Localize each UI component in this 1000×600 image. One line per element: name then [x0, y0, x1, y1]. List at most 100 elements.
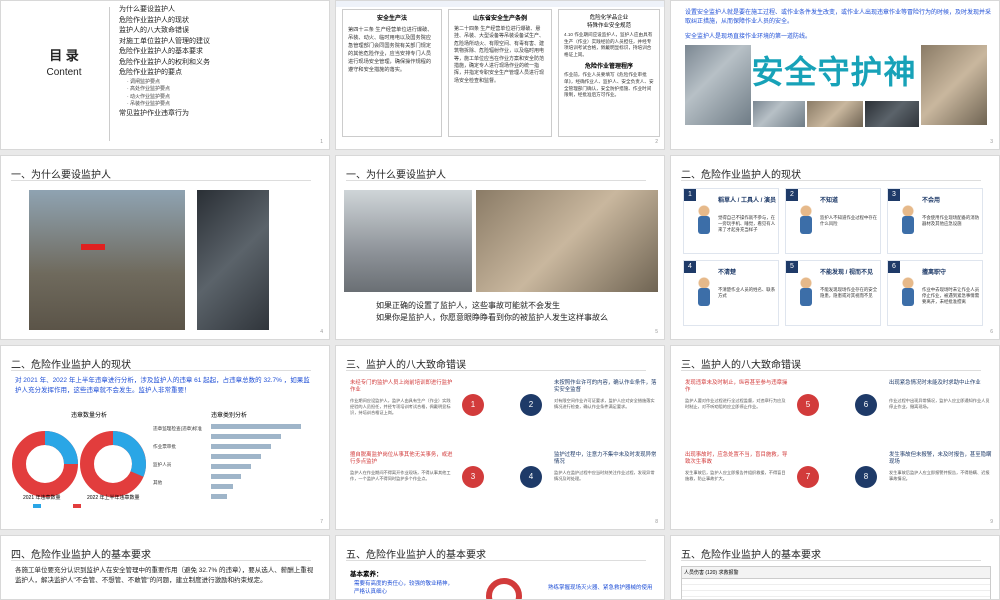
slide-header: 一、为什么要设监护人: [346, 166, 646, 181]
slide-basic-2[interactable]: 五、危险作业监护人的基本要求 人员伤害 (120) 求救报警: [670, 535, 1000, 600]
guard-photo-bottom1: [753, 101, 805, 127]
error-text: 作业期间应设监护人，监护人由具有生产（作业）实践经验的人员担任，并经专项培训考试…: [350, 398, 451, 415]
error-text: 监护人在作业期间不得离开作业现场，不得从事其他工作，一个监护人不得同时监护多个作…: [350, 470, 451, 481]
chart-side-label: 其他: [153, 480, 163, 485]
type-bar: [211, 444, 271, 449]
chart-side-labels: 违章监理检查(违章)标准 作业票审批 监护人员 其他: [153, 426, 209, 498]
toc-item[interactable]: 危险作业监护人的权利和义务: [119, 58, 319, 69]
error-title: 出现事故时，应急处置不当，盲目施救，导致次生事故: [685, 452, 788, 466]
slide-toc[interactable]: 目 录 Content 为什么要设监护人 危险作业监护人的现状 监护人的八大致命错误…: [0, 0, 330, 150]
slide-law[interactable]: 安全生产法 第四十三条 生产经营单位进行爆破、吊装、动火、临时用电以及国务院应急…: [335, 0, 665, 150]
person-body-icon: [698, 216, 710, 234]
law-right-card: 危险化学品企业 特殊作业安全规范 4.10 作业期间应设监护人，监护人应由具有生…: [558, 9, 660, 137]
person-figure-icon: [694, 205, 714, 235]
legend-blue: [33, 504, 41, 508]
slide-basic-1[interactable]: 五、危险作业监护人的基本要求 基本素养： 需要有高度的责任心，较强的敬业精神，严…: [335, 535, 665, 600]
status-card-text: 觉得自己不操作就不参与，在一旁玩手机、睡觉，看见有人来了才起身充当样子: [718, 215, 776, 232]
type-bars: [211, 424, 301, 499]
type-bar: [211, 474, 241, 479]
status-card: 1 稻草人 / 工具人 / 演员 觉得自己不操作就不参与，在一旁玩手机、睡觉，看见有…: [683, 188, 779, 254]
error-number-circle: 4: [520, 466, 542, 488]
toc-item[interactable]: 对施工单位监护人管理的建议: [119, 37, 319, 48]
basic-emblem-icon: [486, 578, 522, 599]
slide-why-2[interactable]: 一、为什么要设监护人 如果正确的设置了监护人，这些事故可能就不会发生 如果你是监…: [335, 155, 665, 340]
accident-photo-2: [197, 190, 269, 330]
error-title: 未按照作业许可的内容，确认作业条件，落实安全监督: [554, 380, 657, 394]
type-bar: [211, 454, 261, 459]
page-number: 8: [655, 519, 658, 525]
slide-header: 一、为什么要设监护人: [11, 166, 311, 181]
toc-subitem[interactable]: · 调闸监护要点: [119, 79, 319, 87]
type-bar: [211, 494, 227, 499]
toc-subitem[interactable]: · 动火作业监护要点: [119, 94, 319, 102]
toc-item[interactable]: 为什么要设监护人: [119, 5, 319, 16]
law-mid-title: 山东省安全生产条例: [472, 16, 527, 22]
legend-red: [73, 504, 81, 508]
error-title: 发生事故但未报警，未及时报告，甚至隐瞒现场: [889, 452, 992, 466]
toc-item[interactable]: 危险作业监护的要点: [119, 68, 319, 79]
slide-requirements[interactable]: 四、危险作业监护人的基本要求 各施工单位要充分认识到监护人在安全管理中的重要作用…: [0, 535, 330, 600]
guard-text2: 安全监护人是现场直接作业环境的第一道防线。: [685, 34, 812, 40]
error-text: 作业过程中出现异常情况，监护人应立即通知作业人员停止作业，撤离现场。: [889, 398, 990, 409]
slide-header: 二、危险作业监护人的现状: [11, 356, 311, 371]
error-item: 发现违章未及时制止，纵容甚至参与违章操作 监护人要对作业过程进行全过程监督，对违章…: [685, 380, 835, 446]
type-bar: [211, 424, 301, 429]
toc-subitem[interactable]: · 吊装作业监护要点: [119, 101, 319, 109]
type-bar: [211, 434, 281, 439]
page-number: 9: [990, 519, 993, 525]
toc-item[interactable]: 危险作业监护人的现状: [119, 16, 319, 27]
law-right-text: 4.10 作业期间应设监护人，监护人应由具有生产（作业）实践经验的人员担任，并经…: [564, 32, 653, 57]
status-card-title: 不清楚: [718, 270, 737, 276]
emergency-table: 人员伤害 (120) 求救报警: [681, 566, 991, 599]
status-card: 5 不能发现 / 视而不见 不能发现现场作业存在的安全隐患，隐患或对其视而不见: [785, 260, 881, 326]
status-card-title: 不知道: [820, 198, 839, 204]
status-card: 6 擅离职守 作业中去现场时未让作业人员停止作业，被遇到紧急事情需要离开，未经批准擅…: [887, 260, 983, 326]
status-card: 3 不会用 不会使用作业现场配备的消防器材及其他应急设施: [887, 188, 983, 254]
toc-item[interactable]: 危险作业监护人的基本要求: [119, 47, 319, 58]
status-card-text: 不能发现现场作业存在的安全隐患，隐患或对其视而不见: [820, 287, 878, 298]
status-card: 2 不知道 监护人不知道作业过程中存在什么风险: [785, 188, 881, 254]
error-number-circle: 6: [855, 394, 877, 416]
status-card-text: 不清楚作业人员的姓名、联系方式: [718, 287, 776, 298]
toc-item[interactable]: 监护人的八大致命错误: [119, 26, 319, 37]
status-card-title: 不能发现 / 视而不见: [820, 270, 874, 276]
person-figure-icon: [898, 205, 918, 235]
error-item: 未经专门的监护人员上岗前培训即进行监护作业 作业期间应设监护人，监护人由具有生产（…: [350, 380, 500, 446]
error-number-circle: 7: [797, 466, 819, 488]
toc-subitem[interactable]: · 高处作业监护要点: [119, 86, 319, 94]
slide-header: 四、危险作业监护人的基本要求: [11, 546, 311, 561]
law-mid-card: 山东省安全生产条例 第二十四条 生产经营单位进行爆破、悬挂、吊装、大型设备等吊装…: [448, 9, 552, 137]
error-item: 监护过程中，注意力不集中未及时发现异常情况 监护人在监护过程中应当时刻关注作业过程…: [510, 452, 660, 518]
accident-photo-1: [29, 190, 185, 330]
page-number: 2: [655, 139, 658, 145]
toc-item-last[interactable]: 常见监护作业违章行为: [119, 109, 319, 120]
slide-status-cards[interactable]: 二、危险作业监护人的现状 1 稻草人 / 工具人 / 演员 觉得自己不操作就不参与，…: [670, 155, 1000, 340]
guard-photo-bottom2: [807, 101, 863, 127]
basic-sub: 基本素养：: [350, 571, 383, 578]
status-card-number: 2: [786, 189, 798, 201]
donut-2022-blue: [112, 431, 146, 477]
table-row: [682, 591, 990, 597]
status-intro: 对 2021 年、2022 年上半年违章进行分析，涉及监护人的违章 61 起起，…: [15, 377, 310, 394]
error-item: 出现事故时，应急处置不当，盲目施救，导致次生事故 发生事故后，监护人应立即报告并组…: [685, 452, 835, 518]
status-card-number: 6: [888, 261, 900, 273]
donut-2021: [12, 431, 78, 497]
donut-2022: [80, 431, 146, 497]
slide-status-chart[interactable]: 二、危险作业监护人的现状 对 2021 年、2022 年上半年违章进行分析，涉及…: [0, 345, 330, 530]
error-title: 未经专门的监护人员上岗前培训即进行监护作业: [350, 380, 453, 394]
slide-header: 五、危险作业监护人的基本要求: [681, 546, 981, 561]
slide-guard[interactable]: 设置安全监护人就是要在施工过程、或作业条件发生改变，或作业人出现违章作业等冒险行…: [670, 0, 1000, 150]
error-title: 发现违章未及时制止，纵容甚至参与违章操作: [685, 380, 788, 394]
error-text: 发生事故后监护人应立即报警并报告，不得隐瞒、迟报事故情况。: [889, 470, 990, 481]
error-item: 出现紧急情况时未能及时求助中止作业 作业过程中出现异常情况，监护人应立即通知作业人…: [845, 380, 995, 446]
status-card-text: 作业中去现场时未让作业人员停止作业，被遇到紧急事情需要离开，未经批准擅离: [922, 287, 980, 304]
error-item: 擅自脱离监护岗位从事其他无关事务，或进行多点监护 监护人在作业期间不得离开作业现场…: [350, 452, 500, 518]
slide-errors-1[interactable]: 三、监护人的八大致命错误 未经专门的监护人员上岗前培训即进行监护作业 作业期间应设…: [335, 345, 665, 530]
error-text: 发生事故后，监护人应立即报告并组织救援，不得盲目施救，防止事故扩大。: [685, 470, 786, 481]
slide-why-1[interactable]: 一、为什么要设监护人 4: [0, 155, 330, 340]
chart-side-label: 违章监理检查(违章)标准: [153, 426, 202, 431]
chart-side-label: 作业票审批: [153, 444, 176, 449]
slide-errors-2[interactable]: 三、监护人的八大致命错误 发现违章未及时制止，纵容甚至参与违章操作 监护人要对作业…: [670, 345, 1000, 530]
person-body-icon: [902, 288, 914, 306]
status-card-number: 3: [888, 189, 900, 201]
